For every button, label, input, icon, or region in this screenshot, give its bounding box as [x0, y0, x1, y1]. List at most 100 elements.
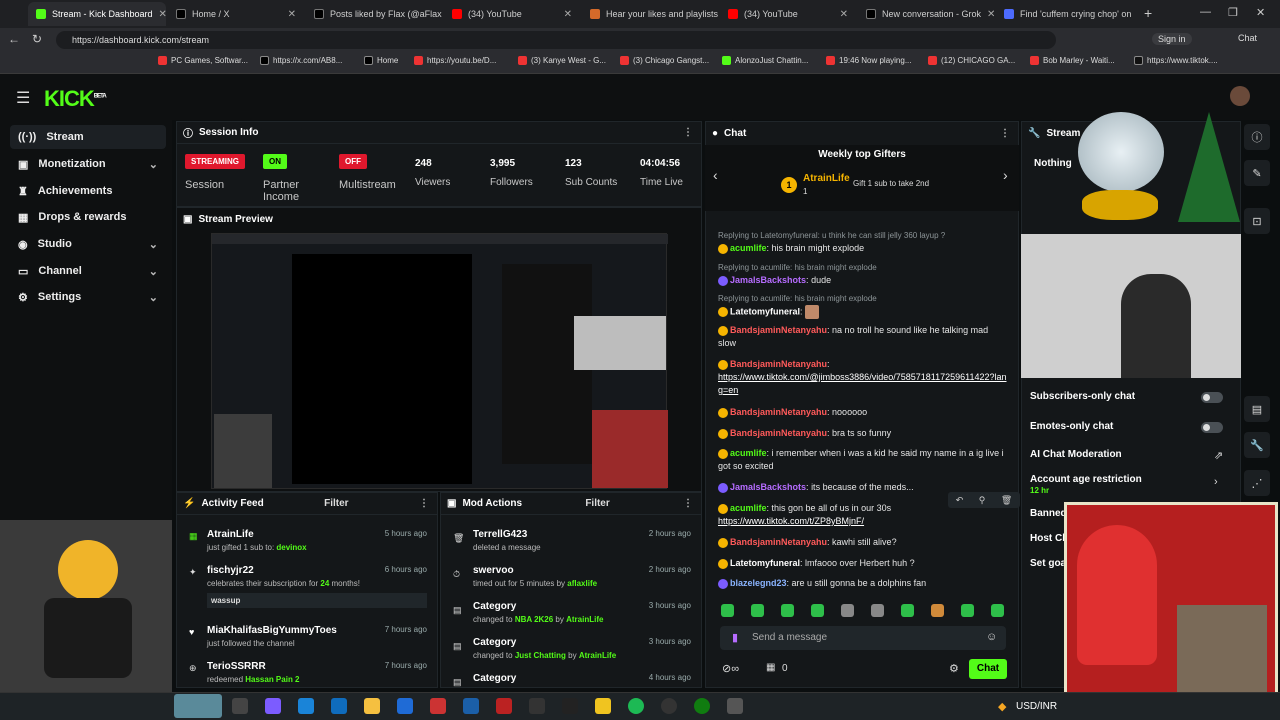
prev-arrow-icon[interactable]: ‹ — [713, 167, 718, 183]
bookmark-item[interactable]: Bob Marley - Waiti... — [1030, 56, 1115, 65]
more-menu-icon[interactable]: ⋮ — [419, 498, 429, 509]
next-arrow-icon[interactable]: › — [1003, 167, 1008, 183]
bookmark-item[interactable]: https://x.com/AB8... — [260, 56, 342, 65]
stream-preview-video[interactable] — [211, 233, 668, 489]
xbox-icon[interactable] — [694, 698, 710, 714]
weather-widget[interactable] — [174, 694, 222, 718]
currency-ticker[interactable]: USD/INR — [1016, 701, 1057, 712]
subscribers-only-toggle[interactable] — [1201, 392, 1223, 403]
maximize-icon[interactable]: ❐ — [1228, 6, 1238, 19]
bookmark-item[interactable]: (12) CHICAGO GA... — [928, 56, 1015, 65]
points-icon[interactable]: ⊘∞ — [722, 662, 739, 675]
wrench-icon[interactable]: 🔧 — [1244, 432, 1270, 458]
avatar[interactable] — [1230, 86, 1250, 106]
new-tab-icon[interactable]: + — [1144, 5, 1152, 21]
emote-icon[interactable] — [991, 604, 1004, 617]
app-icon[interactable] — [430, 698, 446, 714]
sidebar-item-monetization[interactable]: ▣ Monetization ⌄ — [10, 152, 166, 176]
bookmark-item[interactable]: https://www.tiktok.... — [1134, 56, 1218, 65]
mega-icon[interactable] — [496, 698, 512, 714]
tab-find[interactable]: Find 'cuffem crying chop' on✕ — [996, 2, 1132, 26]
set-goal-label[interactable]: Set goa — [1030, 558, 1066, 569]
copilot-icon[interactable] — [265, 698, 281, 714]
chat-input[interactable]: ▮ Send a message ☺ — [720, 626, 1006, 650]
bookmark-item[interactable]: AlonzoJust Chattin... — [722, 56, 808, 65]
info-icon[interactable]: ⓘ — [1244, 124, 1270, 150]
app-icon[interactable] — [595, 698, 611, 714]
layout-icon[interactable]: ⊡ — [1244, 208, 1270, 234]
hamburger-menu-icon[interactable]: ☰ — [16, 88, 30, 108]
bookmark-item[interactable]: https://youtu.be/D... — [414, 56, 496, 65]
mic-icon[interactable]: ▮ — [732, 631, 738, 644]
external-link-icon[interactable]: ⇗ — [1214, 449, 1223, 462]
emote-icon[interactable] — [901, 604, 914, 617]
more-menu-icon[interactable]: ⋮ — [683, 498, 693, 509]
edit-icon[interactable]: ✎ — [1244, 160, 1270, 186]
gift-icon[interactable]: ▦ — [766, 662, 775, 673]
bookmark-item[interactable]: (3) Chicago Gangst... — [620, 56, 709, 65]
tab-youtube-1[interactable]: (34) YouTube ✕ — [444, 2, 580, 26]
emote-icon[interactable] — [751, 604, 764, 617]
emote-icon[interactable] — [781, 604, 794, 617]
send-chat-button[interactable]: Chat — [969, 659, 1007, 679]
app-icon[interactable] — [562, 698, 578, 714]
tab-kick[interactable]: Stream - Kick Dashboard ✕ — [28, 2, 166, 26]
obs-icon[interactable] — [661, 698, 677, 714]
emote-icon[interactable] — [811, 604, 824, 617]
close-tab-icon[interactable]: ✕ — [840, 9, 848, 20]
task-view-icon[interactable] — [232, 698, 248, 714]
more-menu-icon[interactable]: ⋮ — [1000, 128, 1010, 139]
banned-label[interactable]: Banned — [1030, 508, 1067, 519]
app-icon[interactable] — [727, 698, 743, 714]
tab-x-likes[interactable]: Posts liked by Flax (@aFlaxLi✕ — [306, 2, 442, 26]
mail-icon[interactable] — [397, 698, 413, 714]
kick-logo[interactable]: KICKBETA — [44, 86, 107, 112]
tab-grok[interactable]: New conversation - Grok ✕ — [858, 2, 994, 26]
more-menu-icon[interactable]: ⋮ — [683, 127, 693, 138]
back-icon[interactable]: ← — [8, 32, 20, 46]
bookmark-item[interactable]: Home — [364, 56, 398, 65]
sidebar-item-drops[interactable]: ▦ Drops & rewards — [10, 205, 166, 229]
close-tab-icon[interactable]: ✕ — [288, 9, 296, 20]
top-gifter-name[interactable]: AtrainLife — [803, 173, 850, 184]
emote-icon[interactable] — [841, 604, 854, 617]
bookmark-item[interactable]: 19:46 Now playing... — [826, 56, 912, 65]
browser-chat-button[interactable]: Chat — [1238, 33, 1257, 43]
mod-filter-button[interactable]: Filter — [585, 498, 609, 509]
ai-moderation-label[interactable]: AI Chat Moderation — [1030, 449, 1122, 460]
sidebar-item-achievements[interactable]: ♜ Achievements — [10, 179, 166, 203]
emote-icon[interactable] — [931, 604, 944, 617]
close-window-icon[interactable]: ✕ — [1256, 6, 1265, 19]
panel-icon[interactable]: ▤ — [1244, 396, 1270, 422]
sidebar-item-studio[interactable]: ◉ Studio ⌄ — [10, 232, 166, 256]
sidebar-item-stream[interactable]: ((·)) Stream — [10, 125, 166, 149]
sidebar-item-channel[interactable]: ▭ Channel ⌄ — [10, 259, 166, 283]
bookmark-item[interactable]: (3) Kanye West - G... — [518, 56, 606, 65]
gift-sub-cta[interactable]: Gift 1 sub to take 2nd — [853, 179, 929, 188]
close-tab-icon[interactable]: ✕ — [987, 9, 994, 20]
store-icon[interactable] — [331, 698, 347, 714]
tab-playlists[interactable]: Hear your likes and playlists✕ — [582, 2, 718, 26]
activity-filter-button[interactable]: Filter — [324, 498, 348, 509]
gear-icon[interactable]: ⚙ — [949, 662, 959, 675]
tab-youtube-2[interactable]: (34) YouTube ✕ — [720, 2, 856, 26]
minimize-icon[interactable]: — — [1200, 6, 1211, 18]
sidebar-item-settings[interactable]: ⚙ Settings ⌄ — [10, 285, 166, 309]
emote-icon[interactable] — [961, 604, 974, 617]
chat-link[interactable]: https://www.tiktok.com/@jimboss3886/vide… — [718, 372, 1007, 395]
explorer-icon[interactable] — [364, 698, 380, 714]
sign-in-button[interactable]: Sign in — [1152, 33, 1192, 45]
spotify-icon[interactable] — [628, 698, 644, 714]
chevron-right-icon[interactable]: › — [1214, 476, 1218, 488]
tab-x-home[interactable]: Home / X ✕ — [168, 2, 304, 26]
host-chat-label[interactable]: Host Ch — [1030, 533, 1068, 544]
chat-link[interactable]: https://www.tiktok.com/t/ZP8yBMjnF/ — [718, 516, 864, 526]
emote-icon[interactable] — [871, 604, 884, 617]
close-tab-icon[interactable]: ✕ — [564, 9, 572, 20]
fal-icon[interactable] — [463, 698, 479, 714]
reload-icon[interactable]: ↻ — [32, 32, 42, 46]
close-tab-icon[interactable]: ✕ — [159, 9, 166, 20]
emoji-icon[interactable]: ☺ — [986, 631, 997, 643]
share-icon[interactable]: ⋰ — [1244, 470, 1270, 496]
emote-icon[interactable] — [721, 604, 734, 617]
